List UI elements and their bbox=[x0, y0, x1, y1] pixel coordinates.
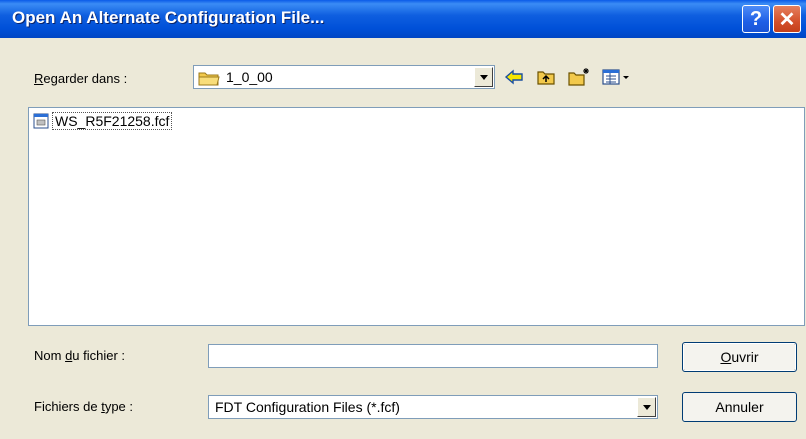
filename-label: Nom du fichier : bbox=[34, 348, 126, 363]
fcf-file-icon bbox=[33, 113, 49, 129]
open-button[interactable]: Ouvrir bbox=[682, 342, 797, 372]
chevron-down-icon bbox=[479, 74, 488, 80]
open-file-dialog: Open An Alternate Configuration File... … bbox=[0, 0, 806, 439]
up-folder-button[interactable] bbox=[534, 66, 558, 88]
folder-icon bbox=[198, 72, 220, 86]
lookin-combo[interactable]: 1_0_00 bbox=[193, 65, 495, 89]
lookin-value: 1_0_00 bbox=[226, 69, 273, 85]
view-menu-icon bbox=[602, 69, 629, 85]
cancel-button[interactable]: Annuler bbox=[682, 392, 797, 422]
lookin-dropdown-button[interactable] bbox=[474, 67, 493, 87]
filetype-combo[interactable]: FDT Configuration Files (*.fcf) bbox=[208, 395, 658, 419]
back-button[interactable] bbox=[502, 66, 526, 88]
lookin-label: Regarder dans : bbox=[34, 71, 128, 86]
chevron-down-icon bbox=[642, 404, 651, 410]
window-title: Open An Alternate Configuration File... bbox=[12, 8, 325, 27]
up-folder-icon bbox=[537, 71, 555, 85]
new-folder-button[interactable] bbox=[566, 66, 592, 88]
view-menu-button[interactable] bbox=[600, 66, 632, 88]
file-list[interactable]: WS_R5F21258.fcf bbox=[28, 107, 805, 326]
filetype-label: Fichiers de type : bbox=[34, 399, 134, 414]
help-button[interactable]: ? bbox=[742, 5, 770, 33]
new-folder-icon bbox=[568, 68, 589, 86]
filename-input[interactable] bbox=[208, 344, 658, 368]
help-icon: ? bbox=[749, 7, 763, 30]
back-arrow-icon bbox=[504, 69, 523, 85]
file-name: WS_R5F21258.fcf bbox=[52, 112, 173, 130]
title-bar[interactable]: Open An Alternate Configuration File... … bbox=[0, 0, 806, 38]
filetype-value: FDT Configuration Files (*.fcf) bbox=[215, 399, 400, 415]
list-item[interactable]: WS_R5F21258.fcf bbox=[33, 112, 173, 130]
filetype-dropdown-button[interactable] bbox=[637, 397, 656, 417]
close-icon: ✕ bbox=[778, 8, 796, 31]
close-button[interactable]: ✕ bbox=[773, 5, 801, 33]
